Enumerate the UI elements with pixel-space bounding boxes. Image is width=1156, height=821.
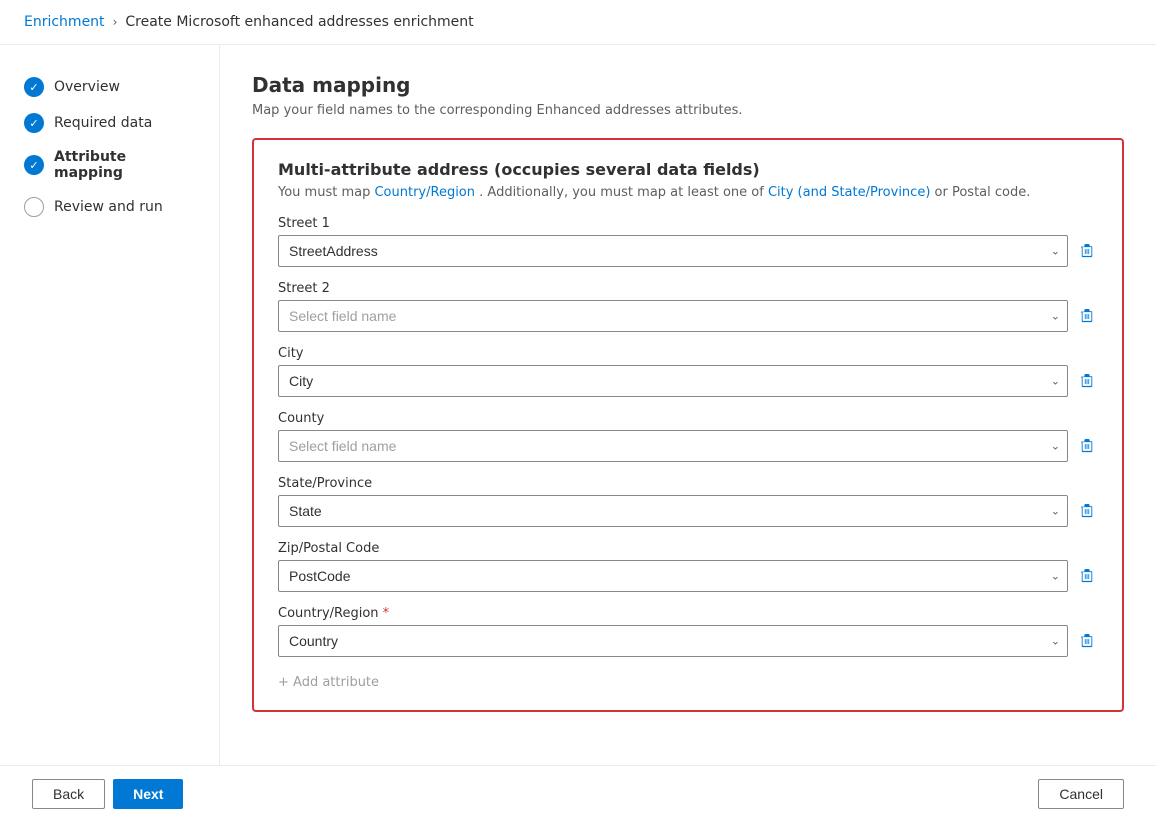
sidebar-item-label-overview: Overview — [54, 79, 120, 95]
delete-field-button-6[interactable] — [1076, 630, 1098, 652]
delete-field-button-4[interactable] — [1076, 500, 1098, 522]
field-group-5: Zip/Postal Code PostCode⌄ — [278, 541, 1098, 592]
select-row-1: Select field name⌄ — [278, 300, 1098, 332]
select-wrapper-6: Country⌄ — [278, 625, 1068, 657]
field-group-1: Street 2 Select field name⌄ — [278, 281, 1098, 332]
sidebar-item-overview[interactable]: ✓ Overview — [0, 69, 219, 105]
breadcrumb: Enrichment › Create Microsoft enhanced a… — [0, 0, 1156, 45]
field-label-2: City — [278, 346, 1098, 361]
main-content: Data mapping Map your field names to the… — [220, 45, 1156, 817]
sidebar-item-required-data[interactable]: ✓ Required data — [0, 105, 219, 141]
field-select-2[interactable]: City — [278, 365, 1068, 397]
delete-field-button-0[interactable] — [1076, 240, 1098, 262]
page-subtitle: Map your field names to the correspondin… — [252, 103, 1124, 118]
subtitle-before: You must map — [278, 185, 374, 200]
field-select-4[interactable]: State — [278, 495, 1068, 527]
field-group-2: CityCity⌄ — [278, 346, 1098, 397]
select-row-2: City⌄ — [278, 365, 1098, 397]
step-circle-attribute-mapping: ✓ — [24, 155, 44, 175]
card-subtitle: You must map Country/Region . Additional… — [278, 185, 1098, 200]
delete-field-button-2[interactable] — [1076, 370, 1098, 392]
subtitle-link1[interactable]: Country/Region — [374, 185, 475, 200]
footer-bar: Back Next Cancel — [0, 765, 1156, 821]
field-label-3: County — [278, 411, 1098, 426]
add-attribute-button[interactable]: + Add attribute — [278, 671, 1098, 690]
field-select-1[interactable]: Select field name — [278, 300, 1068, 332]
select-wrapper-4: State⌄ — [278, 495, 1068, 527]
field-label-4: State/Province — [278, 476, 1098, 491]
card-title: Multi-attribute address (occupies severa… — [278, 160, 1098, 179]
field-select-5[interactable]: PostCode — [278, 560, 1068, 592]
select-row-3: Select field name⌄ — [278, 430, 1098, 462]
mapping-card: Multi-attribute address (occupies severa… — [252, 138, 1124, 712]
sidebar-item-label-review-and-run: Review and run — [54, 199, 163, 215]
add-attribute-label: + Add attribute — [278, 675, 379, 690]
select-wrapper-2: City⌄ — [278, 365, 1068, 397]
field-rows-container: Street 1 StreetAddress⌄ Street 2 Select fie… — [278, 216, 1098, 657]
field-label-1: Street 2 — [278, 281, 1098, 296]
field-select-0[interactable]: StreetAddress — [278, 235, 1068, 267]
field-group-4: State/Province State⌄ — [278, 476, 1098, 527]
field-group-3: County Select field name⌄ — [278, 411, 1098, 462]
subtitle-end: or Postal code. — [935, 185, 1031, 200]
subtitle-middle: . Additionally, you must map at least on… — [479, 185, 768, 200]
select-wrapper-0: StreetAddress⌄ — [278, 235, 1068, 267]
field-label-5: Zip/Postal Code — [278, 541, 1098, 556]
breadcrumb-separator: › — [113, 15, 118, 29]
footer-left: Back Next — [32, 779, 183, 809]
delete-field-button-1[interactable] — [1076, 305, 1098, 327]
select-wrapper-3: Select field name⌄ — [278, 430, 1068, 462]
page-title: Data mapping — [252, 73, 1124, 97]
step-circle-review-and-run — [24, 197, 44, 217]
select-wrapper-5: PostCode⌄ — [278, 560, 1068, 592]
step-circle-required-data: ✓ — [24, 113, 44, 133]
select-row-5: PostCode⌄ — [278, 560, 1098, 592]
field-group-0: Street 1 StreetAddress⌄ — [278, 216, 1098, 267]
select-row-4: State⌄ — [278, 495, 1098, 527]
back-button[interactable]: Back — [32, 779, 105, 809]
select-row-0: StreetAddress⌄ — [278, 235, 1098, 267]
sidebar-item-review-and-run[interactable]: Review and run — [0, 189, 219, 225]
sidebar-item-label-attribute-mapping: Attribute mapping — [54, 149, 195, 181]
select-row-6: Country⌄ — [278, 625, 1098, 657]
delete-field-button-5[interactable] — [1076, 565, 1098, 587]
field-label-0: Street 1 — [278, 216, 1098, 231]
delete-field-button-3[interactable] — [1076, 435, 1098, 457]
next-button[interactable]: Next — [113, 779, 183, 809]
field-select-3[interactable]: Select field name — [278, 430, 1068, 462]
select-wrapper-1: Select field name⌄ — [278, 300, 1068, 332]
cancel-button[interactable]: Cancel — [1038, 779, 1124, 809]
breadcrumb-current: Create Microsoft enhanced addresses enri… — [125, 14, 473, 30]
field-group-6: Country/Region * Country⌄ — [278, 606, 1098, 657]
field-select-6[interactable]: Country — [278, 625, 1068, 657]
sidebar-item-attribute-mapping[interactable]: ✓ Attribute mapping — [0, 141, 219, 189]
sidebar-item-label-required-data: Required data — [54, 115, 152, 131]
sidebar: ✓ Overview ✓ Required data ✓ Attribute mappin… — [0, 45, 220, 817]
subtitle-link2[interactable]: City (and State/Province) — [768, 185, 930, 200]
step-circle-overview: ✓ — [24, 77, 44, 97]
field-label-6: Country/Region * — [278, 606, 1098, 621]
breadcrumb-parent[interactable]: Enrichment — [24, 14, 105, 30]
